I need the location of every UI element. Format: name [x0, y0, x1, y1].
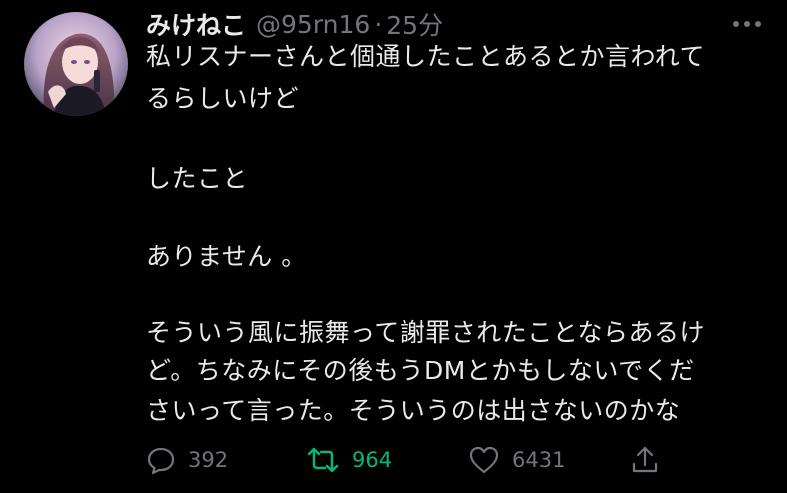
heart-icon [469, 446, 499, 474]
user-handle[interactable]: @95rn16 [256, 10, 370, 39]
reply-icon [147, 447, 175, 475]
retweet-icon [307, 447, 339, 473]
reply-count: 392 [188, 448, 229, 472]
tweet-line: るらしいけど [146, 84, 300, 113]
tweet-line: そういう風に振舞って謝罪されたことならあるけ [146, 318, 706, 347]
tweet-header: みけねこ @95rn16 · 25分 [146, 6, 443, 42]
more-icon [733, 21, 761, 27]
reply-button[interactable]: 392 [146, 440, 228, 480]
avatar[interactable] [24, 12, 128, 116]
like-button[interactable]: 6431 [468, 440, 565, 480]
retweet-button[interactable]: 964 [306, 440, 392, 480]
tweet-line: したこと [146, 164, 249, 193]
tweet: みけねこ @95rn16 · 25分 私リスナーさんと個通したことあるとか言われ… [0, 0, 787, 493]
share-button[interactable] [630, 440, 660, 480]
tweet-line: さいって言った。そういうのは出さないのかな [146, 396, 681, 425]
timestamp[interactable]: 25分 [386, 6, 443, 42]
tweet-line: 私リスナーさんと個通したことあるとか言われて [146, 42, 706, 71]
tweet-actions: 392 964 6431 [146, 440, 766, 480]
more-button[interactable] [729, 12, 765, 36]
tweet-line: ありません 。 [146, 242, 307, 271]
separator-dot: · [374, 9, 383, 39]
display-name[interactable]: みけねこ [146, 6, 246, 42]
share-icon [632, 446, 658, 473]
retweet-count: 964 [352, 448, 393, 472]
avatar-image [24, 12, 128, 116]
tweet-line: ど。ちなみにその後もうDMとかもしないでくだ [146, 356, 695, 385]
like-count: 6431 [512, 448, 566, 472]
